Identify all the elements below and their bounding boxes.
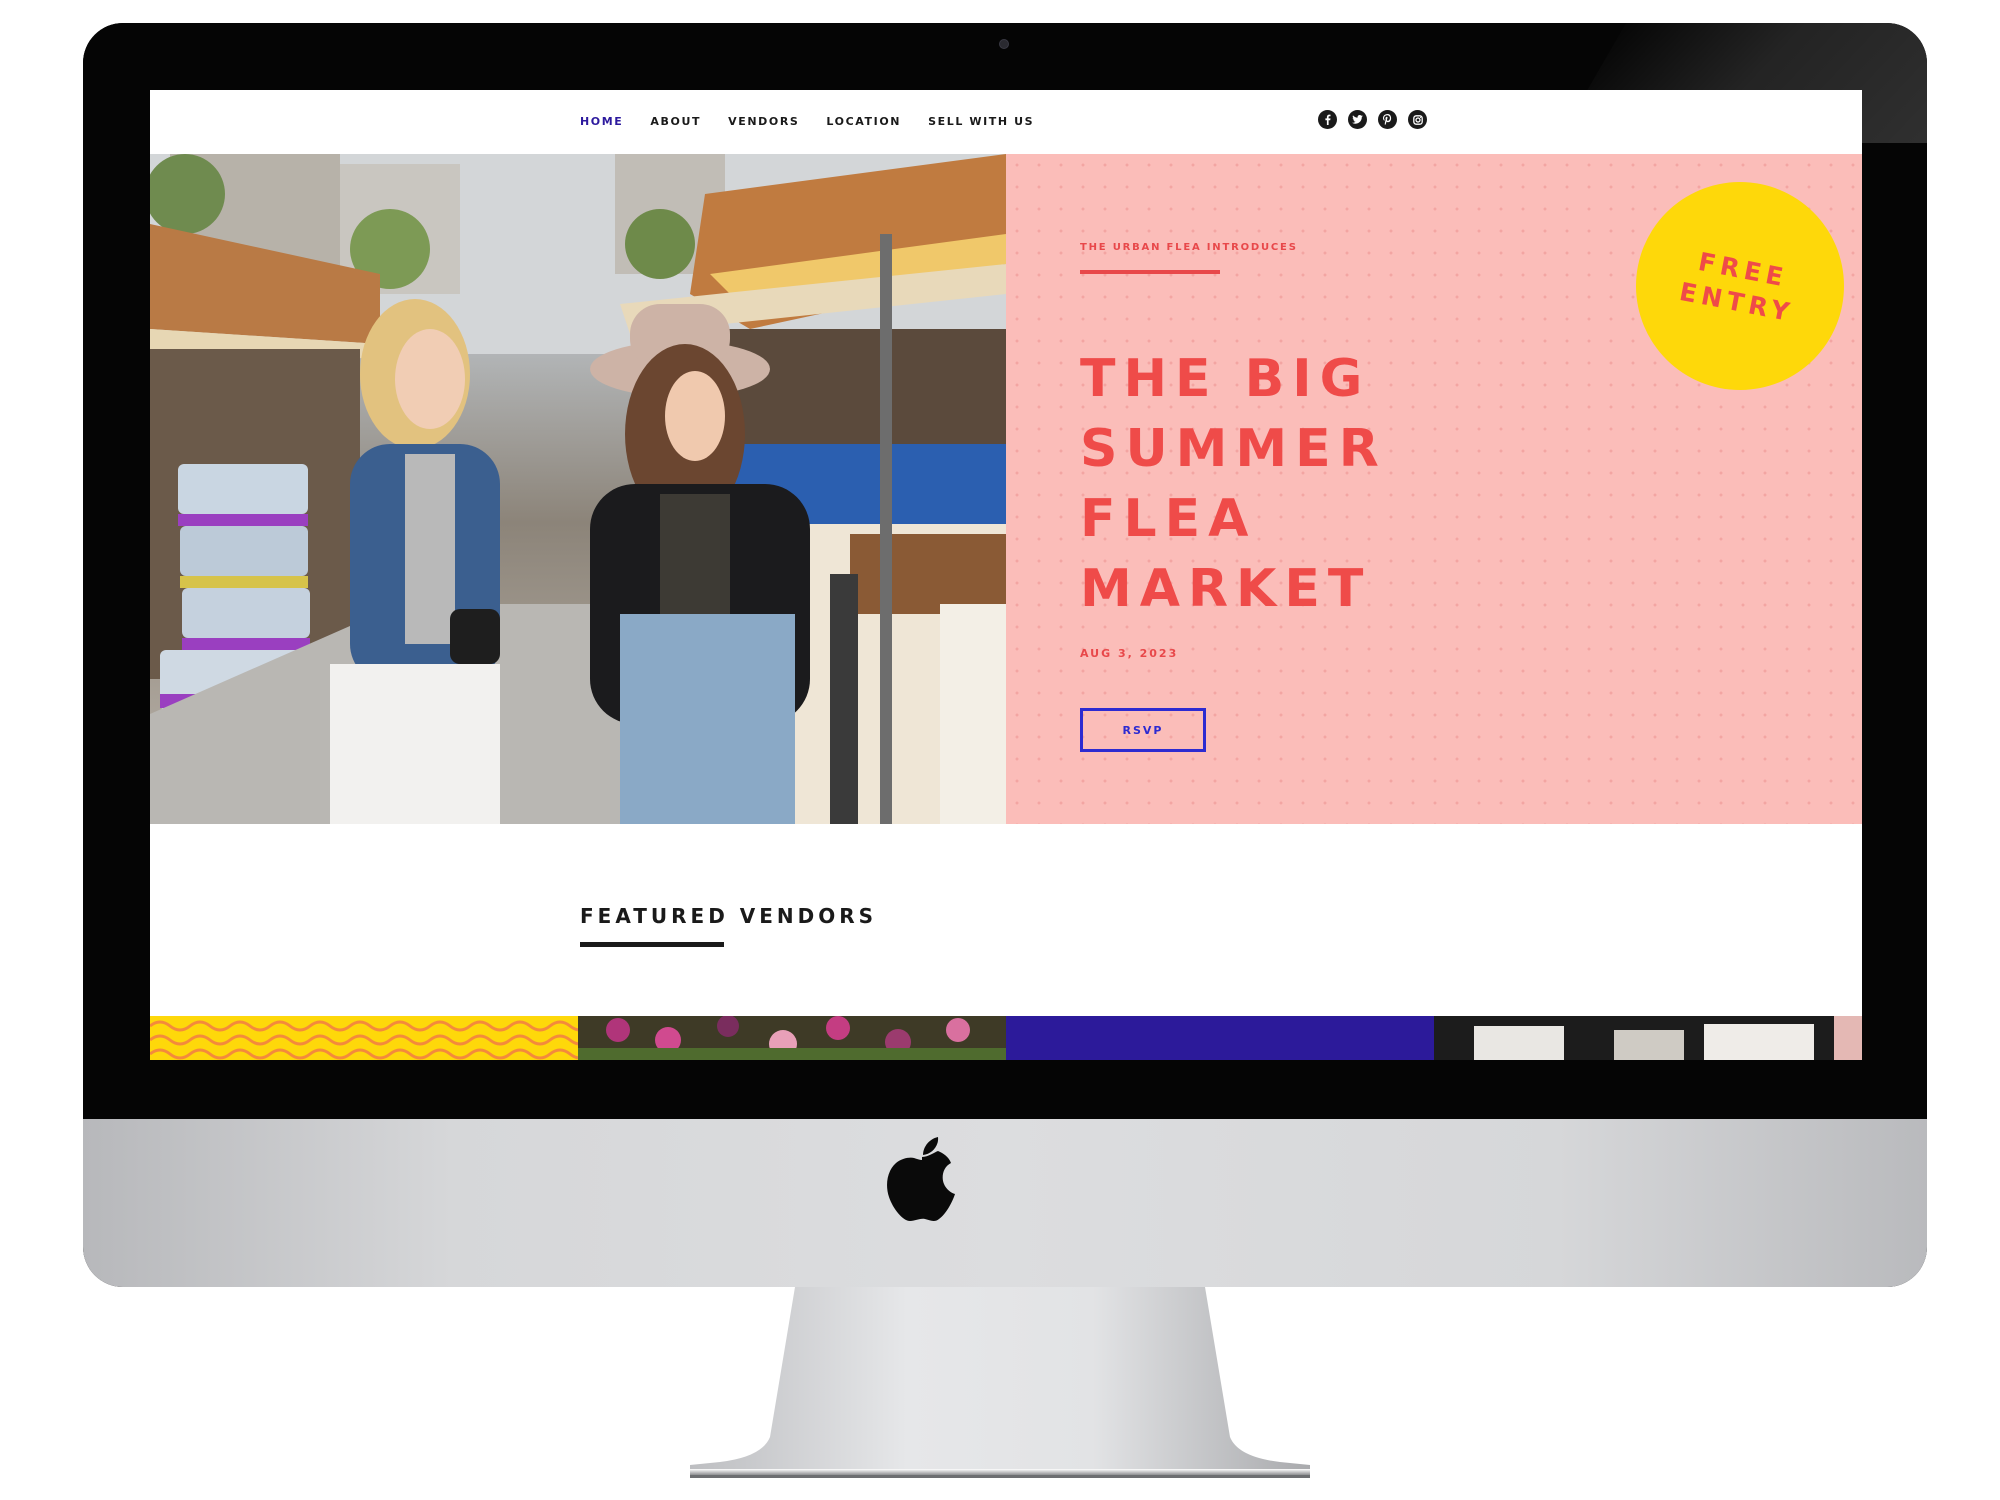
nav-item-location[interactable]: LOCATION [826,115,901,128]
nav-item-about[interactable]: ABOUT [650,115,701,128]
hero-title: THE BIG SUMMER FLEA MARKET [1080,344,1500,624]
twitter-icon[interactable] [1348,110,1367,129]
hero-title-line: MARKET [1080,559,1372,619]
market-photo-illustration [150,154,1006,824]
monitor-stand [690,1287,1310,1478]
clothing-photo [1474,1016,1862,1060]
nav-links: HOME ABOUT VENDORS LOCATION SELL WITH US [580,115,1034,128]
hero-photo [150,154,1006,824]
nav-item-vendors[interactable]: VENDORS [728,115,799,128]
hero-eyebrow: THE URBAN FLEA INTRODUCES [1080,242,1298,253]
vendor-tile[interactable] [1434,1016,1862,1060]
hero-title-line: FLEA [1080,489,1257,549]
featured-vendors-underline [580,942,724,947]
hero-title-line: SUMMER [1080,419,1387,479]
top-navigation: HOME ABOUT VENDORS LOCATION SELL WITH US [150,90,1862,154]
nav-item-home[interactable]: HOME [580,115,623,128]
camera-icon [999,39,1009,49]
wave-pattern [150,1020,578,1060]
monitor-chin [83,1119,1927,1287]
pinterest-icon[interactable] [1378,110,1397,129]
hero-title-line: THE BIG [1080,349,1371,409]
vendor-tile[interactable] [1006,1016,1434,1060]
hero-panel: THE URBAN FLEA INTRODUCES THE BIG SUMMER… [1006,154,1862,824]
vendor-tile[interactable] [150,1016,578,1060]
event-date: AUG 3, 2023 [1080,647,1179,660]
vendor-tile[interactable] [578,1016,1006,1060]
facebook-icon[interactable] [1318,110,1337,129]
rsvp-button[interactable]: RSVP [1080,708,1206,752]
eyebrow-underline [1080,270,1220,274]
website-screen: HOME ABOUT VENDORS LOCATION SELL WITH US [150,90,1862,1060]
social-links [1318,110,1427,129]
apple-logo-icon [887,1137,955,1222]
free-entry-badge: FREE ENTRY [1618,164,1862,408]
instagram-icon[interactable] [1408,110,1427,129]
nav-item-sell-with-us[interactable]: SELL WITH US [928,115,1034,128]
featured-vendors-title: FEATURED VENDORS [580,904,878,928]
tulip-photo [578,1016,1006,1060]
